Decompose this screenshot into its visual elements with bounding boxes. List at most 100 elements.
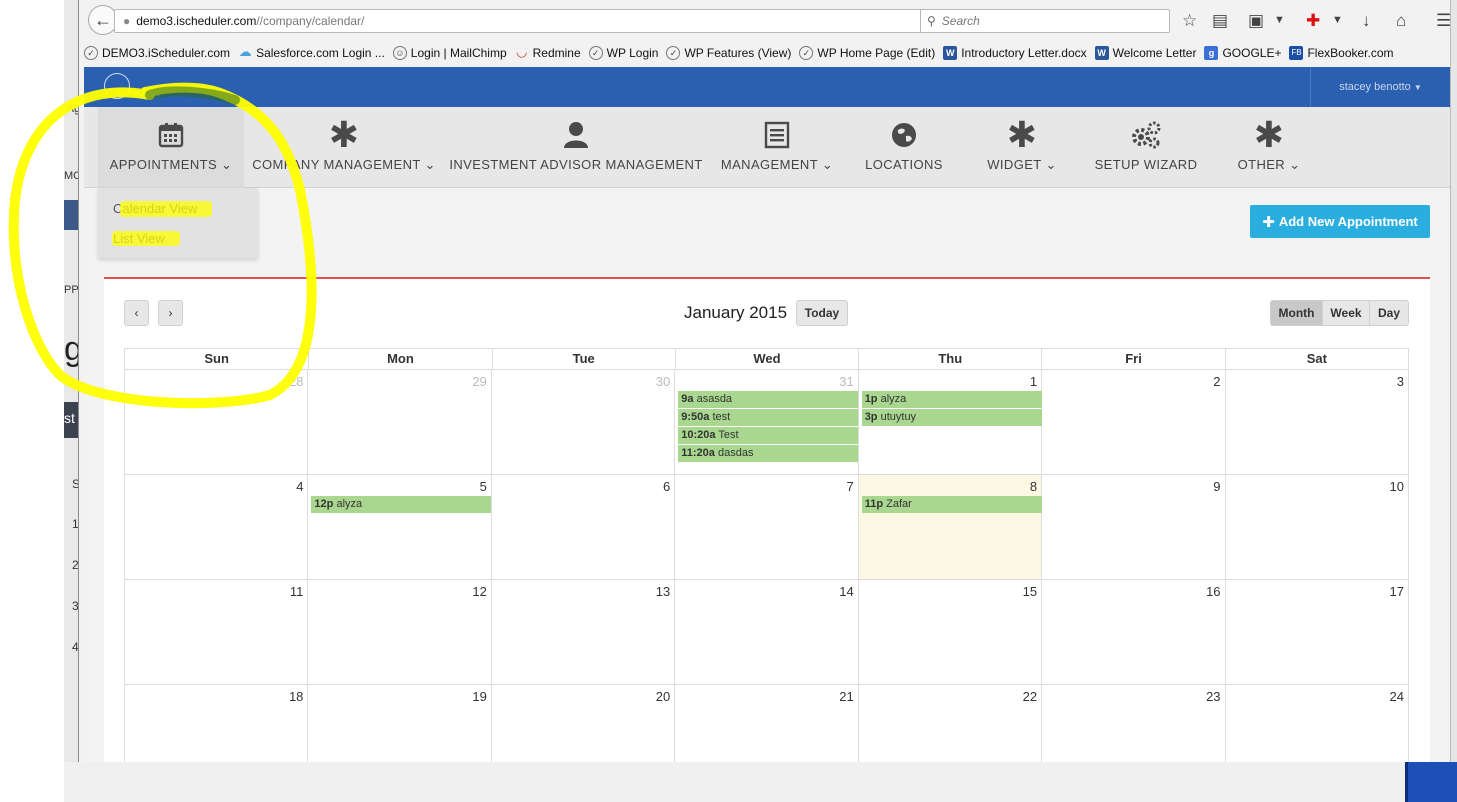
home-icon[interactable]: ⌂ [1396,11,1406,31]
calendar-day-cell[interactable]: 8 11p Zafar [858,475,1043,579]
calendar-day-cell[interactable]: 14 [675,580,859,684]
calendar-day-cell[interactable]: 11 [125,580,309,684]
day-of-week-header: Mon [308,349,491,369]
calendar-event[interactable]: 9:50a test [678,409,859,426]
bookmark[interactable]: ✓ DEMO3.iScheduler.com [84,46,230,60]
bookmark[interactable]: W Welcome Letter [1094,46,1196,60]
chevron-down-icon[interactable]: ▼ [1274,14,1285,26]
calendar-event[interactable]: 3p utuytuy [861,409,1042,426]
bookmark[interactable]: ◡ Redmine [515,45,581,60]
calendar-day-cell[interactable]: 18 [125,685,309,762]
bookmark[interactable]: W Introductory Letter.docx [943,46,1087,60]
day-number: 2 [1213,374,1221,389]
brand-logo[interactable]: iScheduler [104,73,168,101]
add-appointment-button[interactable]: ✚ Add New Appointment [1250,205,1430,238]
calendar-day-cell[interactable]: 29 [308,370,492,474]
chevron-right-icon: › [168,306,173,320]
today-button[interactable]: Today [796,300,848,326]
save-icon[interactable]: ▣ [1248,11,1264,31]
calendar-day-cell[interactable]: 24 [1226,685,1409,762]
bookmark[interactable]: ☺ Login | MailChimp [392,46,507,60]
bookmark[interactable]: ✓ WP Features (View) [666,46,791,60]
window-scroll-edge[interactable] [1450,0,1457,762]
calendar-day-cell[interactable]: 12 [308,580,492,684]
bookmark[interactable]: ☁ Salesforce.com Login ... [238,45,385,60]
bookmarks-bar: ✓ DEMO3.iScheduler.com ☁ Salesforce.com Lo… [84,42,1457,64]
nav-other[interactable]: ✱ OTHER ⌄ [1224,107,1314,188]
event-title: asasda [696,393,733,405]
nav-appointments[interactable]: APPOINTMENTS ⌄ [98,107,244,188]
nav-company-management[interactable]: ✱ COMPANY MANAGEMENT ⌄ [252,107,435,188]
day-of-week-header: Fri [1041,349,1224,369]
reading-list-icon[interactable]: ▤ [1212,11,1228,31]
event-time: 3p [864,411,878,423]
next-month-button[interactable]: › [158,300,183,326]
calendar-day-cell[interactable]: 23 [1042,685,1226,762]
bookmark-label: FlexBooker.com [1307,46,1394,60]
day-number: 11 [289,584,304,599]
nav-setup-wizard[interactable]: SETUP WIZARD [1088,107,1204,188]
nav-widget[interactable]: ✱ WIDGET ⌄ [972,107,1072,188]
user-icon [563,107,589,153]
calendar-day-cell[interactable]: 20 [492,685,676,762]
calendar-event[interactable]: 11:20a dasdas [678,445,859,462]
view-month-button[interactable]: Month [1270,300,1323,326]
bookmark[interactable]: FB FlexBooker.com [1289,46,1394,60]
calendar-event[interactable]: 10:20a Test [678,427,859,444]
calendar-day-cell[interactable]: 19 [308,685,492,762]
view-day-button[interactable]: Day [1370,300,1409,326]
calendar-day-cell[interactable]: 31 9a asasda 9:50a test 10:20a Test 11:20a d… [675,370,859,474]
bookmark-label: Redmine [532,46,581,60]
prev-month-button[interactable]: ‹ [124,300,149,326]
calendar-title: January 2015 [684,303,788,322]
nav-label: APPOINTMENTS [109,157,218,172]
nav-label: MANAGEMENT [720,157,818,172]
nav-locations[interactable]: LOCATIONS [854,107,954,188]
calendar-day-cell[interactable]: 6 [492,475,676,579]
day-number: 21 [839,689,854,704]
nav-management[interactable]: MANAGEMENT ⌄ [718,107,836,188]
bg-fragment: st [64,410,75,426]
calendar-event[interactable]: 11p Zafar [861,496,1042,513]
bookmark[interactable]: ✓ WP Login [588,46,658,60]
calendar-day-cell[interactable]: 17 [1226,580,1409,684]
bookmark-star-icon[interactable]: ☆ [1182,11,1197,31]
menu-icon[interactable]: ☰ [1436,11,1451,31]
dropdown-list-view[interactable]: List View [113,229,165,249]
calendar-day-cell[interactable]: 16 [1042,580,1226,684]
calendar-day-cell[interactable]: 2 [1042,370,1226,474]
calendar-day-cell[interactable]: 4 [125,475,309,579]
app-topbar: iScheduler stacey benotto ▼ [84,67,1450,107]
calendar-event[interactable]: 1p alyza [861,391,1042,408]
calendar-day-cell[interactable]: 5 12p alyza [308,475,492,579]
address-bar[interactable]: ● demo3.ischeduler.com//company/calendar… [114,9,1000,33]
calendar-day-cell[interactable]: 15 [859,580,1043,684]
addon-icon[interactable]: ✚ [1306,11,1320,31]
day-number: 3 [1396,374,1404,389]
chevron-down-icon[interactable]: ▼ [1332,14,1343,26]
calendar-event[interactable]: 9a asasda [678,391,859,408]
caret-down-icon: ▼ [1413,82,1422,92]
dropdown-calendar-view[interactable]: Calendar View [113,199,197,219]
download-icon[interactable]: ↓ [1362,11,1371,31]
calendar-event[interactable]: 12p alyza [311,496,492,513]
bookmark[interactable]: ✓ WP Home Page (Edit) [799,46,935,60]
calendar-day-cell[interactable]: 9 [1042,475,1226,579]
calendar-day-cell[interactable]: 3 [1226,370,1409,474]
calendar-day-cell[interactable]: 22 [859,685,1043,762]
view-week-button[interactable]: Week [1323,300,1370,326]
nav-investment-advisor-management[interactable]: INVESTMENT ADVISOR MANAGEMENT [449,107,702,188]
calendar-day-cell[interactable]: 30 [492,370,676,474]
user-menu[interactable]: stacey benotto ▼ [1310,67,1450,107]
bookmark[interactable]: g GOOGLE+ [1204,46,1281,60]
globe-icon: ● [123,14,131,28]
calendar-day-cell[interactable]: 21 [675,685,859,762]
search-field[interactable]: ⚲ Search [920,9,1170,33]
calendar-day-cell[interactable]: 13 [492,580,676,684]
calendar-day-cell[interactable]: 1 1p alyza 3p utuytuy [859,370,1043,474]
calendar-day-cell[interactable]: 7 [675,475,859,579]
gears-icon [1130,107,1162,153]
calendar-day-cell[interactable]: 10 [1226,475,1409,579]
calendar-day-cell[interactable]: 28 [125,370,309,474]
appointments-dropdown: Calendar View List View [98,188,258,258]
